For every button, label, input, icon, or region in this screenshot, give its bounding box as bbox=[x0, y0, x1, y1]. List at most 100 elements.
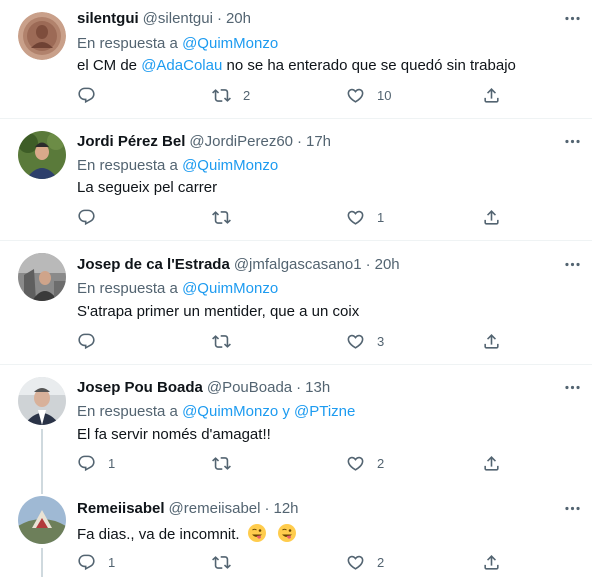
tweet-timestamp[interactable]: 20h bbox=[226, 10, 251, 27]
tweet-timestamp[interactable]: 13h bbox=[305, 379, 330, 396]
more-icon bbox=[563, 378, 582, 397]
winking-face-with-tongue-emoji bbox=[278, 524, 296, 542]
like-button[interactable]: 1 bbox=[346, 208, 384, 227]
retweet-button[interactable]: 2 bbox=[212, 86, 250, 105]
separator-dot: · bbox=[297, 132, 302, 150]
tweet-text: Fa dias., va de incomnit. bbox=[77, 524, 296, 543]
tweet-actions: 1 2 bbox=[77, 553, 507, 575]
text-segment: no se ha enterado que se quedó sin traba… bbox=[222, 57, 516, 74]
more-options-button[interactable] bbox=[562, 498, 582, 518]
like-button[interactable]: 3 bbox=[346, 332, 384, 351]
share-button[interactable] bbox=[482, 332, 501, 351]
tweet-actions: 2 10 bbox=[77, 86, 507, 108]
share-button[interactable] bbox=[482, 86, 501, 105]
more-icon bbox=[563, 499, 582, 518]
mention-link[interactable]: @QuimMonzo bbox=[182, 280, 278, 297]
retweet-count: 2 bbox=[243, 88, 251, 103]
retweet-icon bbox=[212, 208, 231, 227]
reply-count: 1 bbox=[108, 456, 116, 471]
winking-face-with-tongue-emoji bbox=[248, 524, 266, 542]
retweet-icon bbox=[212, 553, 231, 572]
tweet-text: El fa servir només d'amagat!! bbox=[77, 426, 271, 443]
tweet-text: el CM de @AdaColau no se ha enterado que… bbox=[77, 57, 516, 74]
retweet-button[interactable] bbox=[212, 553, 231, 572]
replying-to: En respuesta a @QuimMonzo bbox=[77, 280, 278, 297]
avatar[interactable] bbox=[18, 253, 66, 301]
retweet-button[interactable] bbox=[212, 208, 231, 227]
retweet-icon bbox=[212, 332, 231, 351]
tweet[interactable]: Josep de ca l'Estrada @jmfalgascasano1 ·… bbox=[0, 241, 592, 364]
more-options-button[interactable] bbox=[562, 254, 582, 274]
more-options-button[interactable] bbox=[562, 131, 582, 151]
tweet[interactable]: Jordi Pérez Bel @JordiPerez60 · 17h En r… bbox=[0, 119, 592, 240]
reply-icon bbox=[77, 208, 96, 227]
retweet-icon bbox=[212, 454, 231, 473]
author-handle[interactable]: @silentgui bbox=[143, 10, 213, 27]
share-button[interactable] bbox=[482, 208, 501, 227]
author-name[interactable]: Josep de ca l'Estrada bbox=[77, 256, 230, 273]
reply-button[interactable] bbox=[77, 86, 96, 105]
author-handle[interactable]: @PouBoada bbox=[207, 379, 292, 396]
tweet-timestamp[interactable]: 17h bbox=[306, 133, 331, 150]
author-handle[interactable]: @jmfalgascasano1 bbox=[234, 256, 362, 273]
like-button[interactable]: 10 bbox=[346, 86, 391, 105]
thread-connector bbox=[41, 548, 43, 577]
like-count: 2 bbox=[377, 555, 385, 570]
separator-dot: · bbox=[264, 499, 270, 517]
heart-icon bbox=[346, 332, 365, 351]
reply-button[interactable]: 1 bbox=[77, 454, 115, 473]
thread-connector bbox=[41, 486, 43, 494]
tweet-timestamp[interactable]: 20h bbox=[375, 256, 400, 273]
author-handle[interactable]: @remeiisabel bbox=[169, 500, 261, 517]
like-button[interactable]: 2 bbox=[346, 454, 384, 473]
replying-to-label: En respuesta a bbox=[77, 35, 178, 52]
retweet-button[interactable] bbox=[212, 454, 231, 473]
like-count: 10 bbox=[377, 88, 392, 103]
mention-link[interactable]: @PTizne bbox=[294, 403, 355, 420]
more-icon bbox=[563, 255, 582, 274]
author-name[interactable]: Josep Pou Boada bbox=[77, 379, 203, 396]
reply-button[interactable] bbox=[77, 332, 96, 351]
heart-icon bbox=[346, 454, 365, 473]
tweet[interactable]: silentgui @silentgui · 20h En respuesta … bbox=[0, 0, 592, 118]
share-button[interactable] bbox=[482, 454, 501, 473]
retweet-button[interactable] bbox=[212, 332, 231, 351]
tweet-timestamp[interactable]: 12h bbox=[273, 500, 298, 517]
reply-button[interactable] bbox=[77, 208, 96, 227]
reply-count: 1 bbox=[108, 555, 116, 570]
avatar[interactable] bbox=[18, 496, 66, 544]
more-options-button[interactable] bbox=[562, 377, 582, 397]
avatar[interactable] bbox=[18, 377, 66, 425]
like-button[interactable]: 2 bbox=[346, 553, 384, 572]
text-segment: el CM de bbox=[77, 57, 142, 74]
avatar[interactable] bbox=[18, 12, 66, 60]
text-segment: Fa dias., va de incomnit. bbox=[77, 526, 240, 543]
avatar[interactable] bbox=[18, 131, 66, 179]
tweet[interactable]: Remeiisabel @remeiisabel · 12h Fa dias.,… bbox=[0, 486, 592, 577]
tweet[interactable]: Josep Pou Boada @PouBoada · 13h En respu… bbox=[0, 365, 592, 486]
mention-link[interactable]: @QuimMonzo bbox=[182, 157, 278, 174]
share-icon bbox=[482, 553, 501, 572]
mention-link[interactable]: @QuimMonzo bbox=[182, 35, 278, 52]
more-options-button[interactable] bbox=[562, 8, 582, 28]
reply-icon bbox=[77, 332, 96, 351]
share-button[interactable] bbox=[482, 553, 501, 572]
tweet-text: S'atrapa primer un mentider, que a un co… bbox=[77, 303, 360, 320]
replying-to-label: En respuesta a bbox=[77, 157, 178, 174]
separator-dot: · bbox=[296, 378, 302, 396]
heart-icon bbox=[346, 208, 365, 227]
author-name[interactable]: Jordi Pérez Bel bbox=[77, 133, 185, 150]
author-handle[interactable]: @JordiPerez60 bbox=[189, 133, 293, 150]
author-name[interactable]: silentgui bbox=[77, 10, 139, 27]
thread-connector bbox=[41, 429, 43, 486]
author-name[interactable]: Remeiisabel bbox=[77, 500, 165, 517]
reply-button[interactable]: 1 bbox=[77, 553, 115, 572]
reply-icon bbox=[77, 86, 96, 105]
mention-link[interactable]: @QuimMonzo bbox=[182, 403, 278, 420]
share-icon bbox=[482, 454, 501, 473]
more-icon bbox=[563, 9, 582, 28]
mention-link[interactable]: @AdaColau bbox=[141, 57, 222, 74]
share-icon bbox=[482, 332, 501, 351]
retweet-icon bbox=[212, 86, 231, 105]
separator-dot: · bbox=[216, 9, 222, 27]
